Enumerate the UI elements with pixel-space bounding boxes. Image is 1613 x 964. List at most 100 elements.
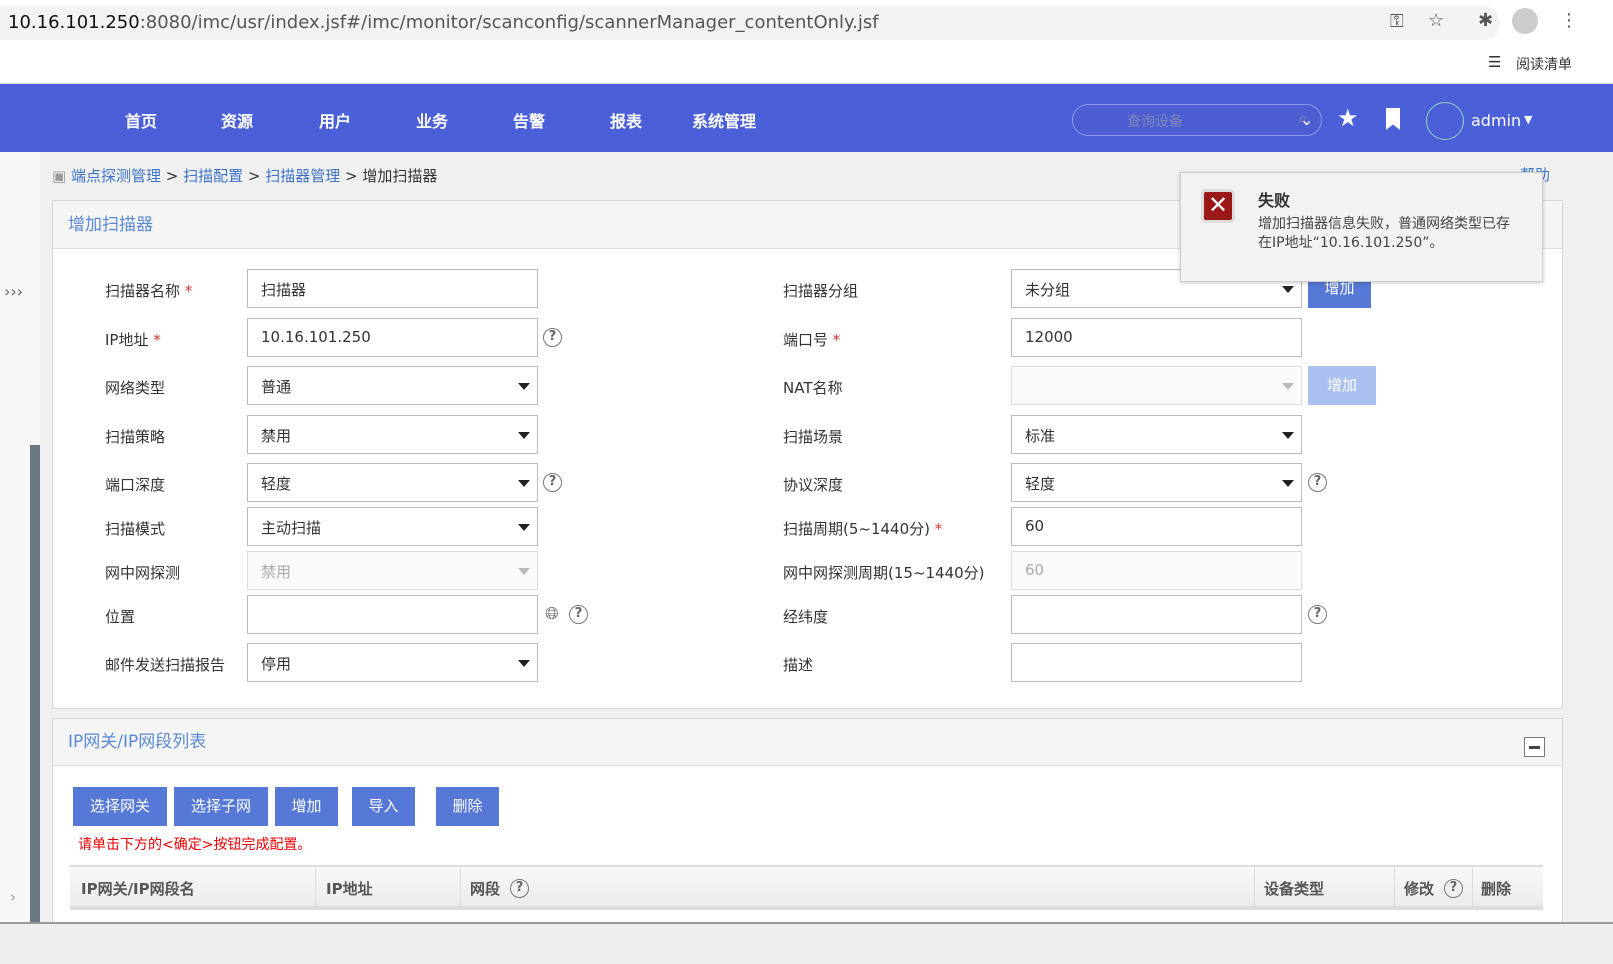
field-label: IP地址 * bbox=[105, 329, 161, 350]
field-label: 扫描场景 bbox=[783, 426, 843, 447]
select-left-8[interactable]: 停用 bbox=[247, 643, 538, 682]
help-icon[interactable]: ? bbox=[1308, 605, 1327, 624]
field-label: 位置 bbox=[105, 606, 135, 627]
field-label: 邮件发送扫描报告 bbox=[105, 654, 225, 675]
nav-resources[interactable]: 资源 bbox=[221, 108, 253, 132]
col-delete[interactable]: 删除 bbox=[1481, 878, 1511, 899]
label-text: 网中网探测周期(15~1440分) bbox=[783, 564, 985, 582]
label-text: 描述 bbox=[783, 656, 814, 674]
select-right-2 bbox=[1011, 366, 1302, 405]
breadcrumb: ▣ 端点探测管理 > 扫描配置 > 扫描器管理 > 增加扫描器 bbox=[52, 167, 438, 185]
col-segment[interactable]: 网段 bbox=[470, 878, 500, 899]
input-left-0[interactable]: 扫描器 bbox=[247, 269, 538, 308]
star-icon[interactable]: ☆ bbox=[1428, 10, 1444, 31]
col-modify[interactable]: 修改 bbox=[1404, 878, 1434, 899]
select-left-5[interactable]: 主动扫描 bbox=[247, 507, 538, 546]
required-mark: * bbox=[934, 520, 943, 538]
label-text: 扫描周期(5~1440分) bbox=[783, 520, 930, 538]
field-label: 端口号 * bbox=[783, 329, 840, 350]
favorite-star-icon[interactable]: ★ bbox=[1337, 104, 1359, 132]
input-left-1[interactable]: 10.16.101.250 bbox=[247, 318, 538, 357]
select-left-3[interactable]: 禁用 bbox=[247, 415, 538, 454]
label-text: 协议深度 bbox=[783, 476, 844, 494]
avatar[interactable] bbox=[1426, 102, 1464, 140]
hint-text: 请单击下方的<确定>按钮完成配置。 bbox=[78, 837, 312, 853]
input-right-1[interactable]: 12000 bbox=[1011, 318, 1302, 357]
select-left-2[interactable]: 普通 bbox=[247, 366, 538, 405]
profile-icon[interactable] bbox=[1512, 8, 1538, 34]
breadcrumb-endpoint[interactable]: 端点探测管理 bbox=[71, 167, 161, 185]
sidebar-scrollbar[interactable] bbox=[30, 445, 40, 922]
reading-list-button[interactable]: 阅读清单 bbox=[1516, 54, 1572, 74]
field-label: 描述 bbox=[783, 654, 813, 675]
col-ip[interactable]: IP地址 bbox=[326, 878, 373, 899]
globe-location-icon[interactable]: 🌐︎ bbox=[545, 604, 559, 624]
extensions-icon[interactable]: ✱ bbox=[1478, 10, 1493, 31]
label-text: 扫描策略 bbox=[105, 428, 166, 446]
help-icon[interactable]: ? bbox=[569, 605, 588, 624]
col-device-type[interactable]: 设备类型 bbox=[1264, 878, 1324, 899]
select-right-4[interactable]: 轻度 bbox=[1011, 463, 1302, 502]
label-text: IP地址 bbox=[105, 331, 149, 349]
help-icon[interactable]: ? bbox=[510, 879, 529, 898]
input-left-7[interactable] bbox=[247, 595, 538, 634]
chevron-down-icon[interactable]: ▼ bbox=[1524, 113, 1532, 126]
help-icon[interactable]: ? bbox=[543, 473, 562, 492]
toast-message: 增加扫描器信息失败，普通网络类型已存在IP地址“10.16.101.250”。 bbox=[1258, 216, 1510, 251]
label-text: 经纬度 bbox=[783, 608, 829, 626]
nav-reports[interactable]: 报表 bbox=[610, 108, 642, 132]
chevron-right-icon[interactable]: › bbox=[10, 888, 16, 906]
select-left-4[interactable]: 轻度 bbox=[247, 463, 538, 502]
nav-users[interactable]: 用户 bbox=[319, 108, 351, 132]
key-icon[interactable]: ⚿ bbox=[1390, 11, 1404, 32]
label-text: 邮件发送扫描报告 bbox=[105, 656, 226, 674]
input-right-7[interactable] bbox=[1011, 595, 1302, 634]
url-host: 10.16.101.250 bbox=[8, 12, 140, 33]
input-right-5[interactable]: 60 bbox=[1011, 507, 1302, 546]
select-subnet-button[interactable]: 选择子网 bbox=[174, 787, 268, 826]
nav-system[interactable]: 系统管理 bbox=[692, 108, 756, 132]
label-text: 网络类型 bbox=[105, 379, 166, 397]
url-path: :8080/imc/usr/index.jsf#/imc/monitor/sca… bbox=[139, 12, 879, 33]
help-icon[interactable]: ? bbox=[1444, 879, 1463, 898]
reading-list-icon: ☰ bbox=[1488, 53, 1502, 71]
label-text: 扫描器分组 bbox=[783, 282, 859, 300]
expand-down-icon[interactable]: ⌄ bbox=[1300, 110, 1313, 129]
help-icon[interactable]: ? bbox=[1308, 473, 1327, 492]
breadcrumb-scanner-manager[interactable]: 扫描器管理 bbox=[265, 167, 340, 185]
top-nav: 首页 资源 用户 业务 告警 报表 系统管理 bbox=[0, 84, 1613, 152]
field-label: 扫描器分组 bbox=[783, 280, 858, 301]
clipboard-icon: ▣ bbox=[52, 167, 67, 185]
delete-button[interactable]: 删除 bbox=[436, 787, 499, 826]
select-left-6: 禁用 bbox=[247, 551, 538, 590]
label-text: 扫描器名称 bbox=[105, 282, 181, 300]
col-name[interactable]: IP网关/IP网段名 bbox=[81, 878, 195, 899]
user-menu[interactable]: admin bbox=[1471, 111, 1521, 130]
menu-icon[interactable]: ⋮ bbox=[1560, 10, 1578, 31]
breadcrumb-scanconfig[interactable]: 扫描配置 bbox=[183, 167, 243, 185]
add-nat-button: 增加 bbox=[1308, 366, 1376, 405]
select-right-3[interactable]: 标准 bbox=[1011, 415, 1302, 454]
field-label: 扫描周期(5~1440分) * bbox=[783, 518, 942, 539]
label-text: 端口号 bbox=[783, 331, 829, 349]
import-button[interactable]: 导入 bbox=[352, 787, 415, 826]
nav-business[interactable]: 业务 bbox=[416, 108, 448, 132]
label-text: 扫描场景 bbox=[783, 428, 844, 446]
input-right-8[interactable] bbox=[1011, 643, 1302, 682]
ip-table-header: IP网关/IP网段名 IP地址 网段 ? 设备类型 修改 ? 删除 bbox=[70, 865, 1543, 910]
label-text: 位置 bbox=[105, 608, 136, 626]
toast-title: 失败 bbox=[1258, 191, 1291, 210]
error-toast: ✕ 失败 增加扫描器信息失败，普通网络类型已存在IP地址“10.16.101.2… bbox=[1180, 172, 1543, 282]
help-icon[interactable]: ? bbox=[543, 328, 562, 347]
nav-home[interactable]: 首页 bbox=[125, 108, 157, 132]
required-mark: * bbox=[184, 282, 193, 300]
collapse-icon[interactable] bbox=[1524, 737, 1545, 757]
nav-alarms[interactable]: 告警 bbox=[513, 108, 545, 132]
device-search-input[interactable]: 查询设备 ⌕ bbox=[1072, 104, 1322, 136]
field-label: 扫描策略 bbox=[105, 426, 165, 447]
select-gateway-button[interactable]: 选择网关 bbox=[73, 787, 167, 826]
url-text[interactable]: 10.16.101.250:8080/imc/usr/index.jsf#/im… bbox=[8, 12, 879, 33]
add-ip-button[interactable]: 增加 bbox=[275, 787, 338, 826]
expand-sidebar-icon[interactable]: ››› bbox=[4, 282, 23, 301]
ip-list-title: IP网关/IP网段列表 bbox=[53, 719, 1562, 766]
